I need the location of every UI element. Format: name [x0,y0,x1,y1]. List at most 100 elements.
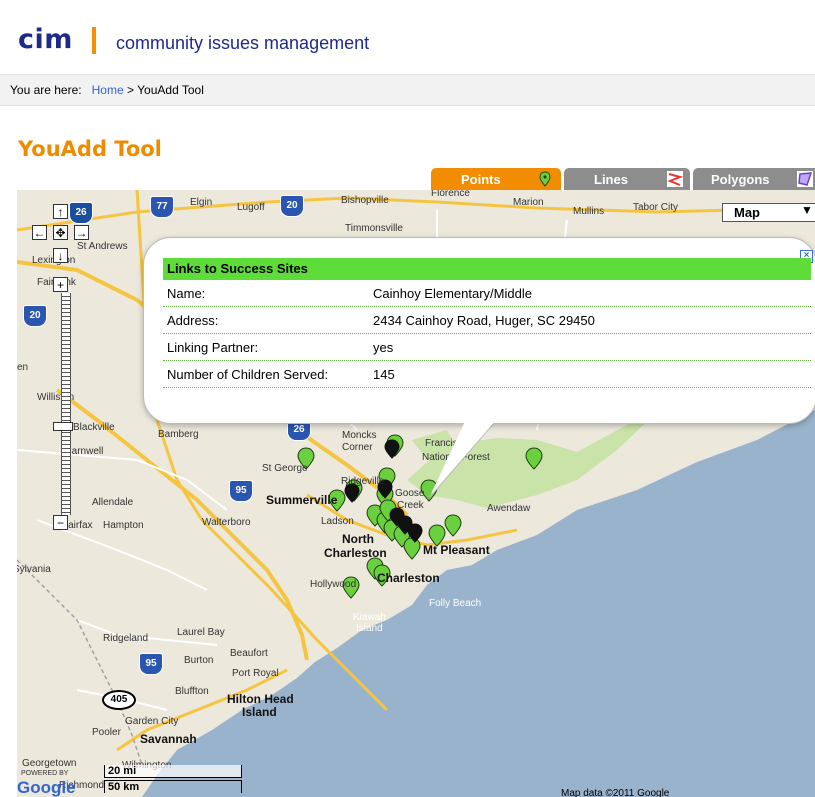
town-florence: Florence [431,190,470,199]
interstate-20b-shield: 20 [23,305,47,327]
info-window-content: Links to Success Sites Name: Cainhoy Ele… [163,258,811,388]
town-ridgeville: Ridgeville [341,476,385,487]
town-hollywood: Hollywood [310,579,357,590]
town-en: en [17,362,29,373]
interstate-95b-shield: 95 [139,653,163,675]
town-allendale: Allendale [92,497,134,508]
powered-by-text: POWERED BY [21,770,69,777]
town-timmonsville: Timmonsville [345,223,403,234]
town-corner: Corner [342,442,373,453]
zoom-slider-track[interactable] [61,293,71,515]
town-tabor-city: Tabor City [633,202,679,213]
breadcrumb-trail: You are here: Home > YouAdd Tool [10,83,204,97]
zoom-out-button[interactable]: − [53,515,68,530]
polygon-icon [797,171,813,187]
town-walterboro: Walterboro [202,517,251,528]
zoom-slider-thumb[interactable] [53,422,73,431]
cim-logo[interactable]: cim [18,24,73,55]
town-ridgeland: Ridgeland [103,633,149,644]
interstate-20-shield: 20 [280,195,304,217]
town-hilton-head: Hilton Head [227,692,294,706]
town-hampton: Hampton [103,520,144,531]
site-header: cim community issues management [0,0,815,72]
info-window-title: Links to Success Sites [163,258,811,280]
pan-up-button[interactable]: ↑ [53,204,68,219]
town-creek: Creek [397,500,424,511]
breadcrumb-prefix: You are here: [10,83,82,97]
town-mullins: Mullins [573,206,605,217]
info-row: Linking Partner: yes [163,334,811,361]
zoom-in-button[interactable]: + [53,277,68,292]
town-elgin: Elgin [190,197,213,208]
town-ladson: Ladson [321,516,354,527]
info-value: yes [373,340,394,355]
town-savannah: Savannah [140,732,197,746]
town-awendaw: Awendaw [487,503,531,514]
tab-lines[interactable]: Lines [564,168,690,190]
town-marion: Marion [513,197,544,208]
town-st-andrews: St Andrews [77,241,128,252]
breadcrumb-current: YouAdd Tool [137,83,204,97]
info-value: 145 [373,367,395,382]
tab-points[interactable]: Points [431,168,561,190]
info-row: Number of Children Served: 145 [163,361,811,388]
interstate-95-shield: 95 [229,480,253,502]
page-title: YouAdd Tool [18,137,162,161]
town-goose: Goose [395,488,425,499]
town-kiawah-island: Island [356,623,383,634]
town-st-george: St George [262,463,308,474]
town-laurel-bay: Laurel Bay [177,627,225,638]
green-marker-icon [539,171,551,187]
breadcrumb: You are here: Home > YouAdd Tool [0,74,815,106]
town-bamberg: Bamberg [158,429,199,440]
scale-km: 50 km [104,780,242,793]
town-bluffton: Bluffton [175,686,209,697]
interstate-77-shield: 77 [150,196,174,218]
town-mt-pleasant: Mt Pleasant [423,543,490,557]
town-beaufort: Beaufort [230,648,268,659]
map-type-select[interactable]: Map ▼ [722,203,815,222]
town-north: North [342,532,374,546]
town-national-forest: National Forest [422,452,490,463]
route-405-shield: 405 [102,690,136,710]
line-icon [667,171,683,187]
town-garden-city: Garden City [125,716,179,727]
breadcrumb-separator: > [127,83,135,97]
interstate-26-shield: 26 [69,202,93,224]
town-pooler: Pooler [92,727,121,738]
town-hilton-head-island: Island [242,705,277,719]
info-label: Linking Partner: [167,340,259,355]
site-tagline: community issues management [116,33,370,53]
town-sylvania: Sylvania [17,564,51,575]
info-row: Address: 2434 Cainhoy Road, Huger, SC 29… [163,307,811,334]
tab-points-label: Points [461,172,501,187]
info-value: Cainhoy Elementary/Middle [373,286,532,301]
tab-lines-label: Lines [594,172,628,187]
town-kiawah: Kiawah [353,612,386,623]
pan-right-button[interactable]: → [74,225,89,240]
town-georgetown: Georgetown [22,758,77,769]
town-north-charleston: Charleston [324,546,387,560]
pan-left-button[interactable]: ← [32,225,47,240]
pan-down-button[interactable]: ↓ [53,248,68,263]
map-copyright: Map data ©2011 Google [561,788,670,797]
town-bishopville: Bishopville [341,195,389,206]
scale-miles: 20 mi [104,765,242,778]
town-folly-beach: Folly Beach [429,598,482,609]
google-logo[interactable]: Google [17,778,76,797]
info-row: Name: Cainhoy Elementary/Middle [163,280,811,307]
map-scale: 20 mi 50 km [104,765,242,793]
pan-center-button[interactable]: ✥ [53,225,68,240]
info-label: Address: [167,313,219,328]
tab-polygons-label: Polygons [711,172,770,187]
town-moncks: Moncks [342,430,377,441]
info-label: Name: [167,286,206,301]
town-burton: Burton [184,655,214,666]
town-summerville: Summerville [266,493,338,507]
breadcrumb-home-link[interactable]: Home [92,83,124,97]
tab-polygons[interactable]: Polygons [693,168,815,190]
info-label: Number of Children Served: [167,367,329,382]
map-type-value: Map [734,205,760,220]
chevron-down-icon: ▼ [801,203,813,217]
town-blackville: Blackville [73,422,115,433]
